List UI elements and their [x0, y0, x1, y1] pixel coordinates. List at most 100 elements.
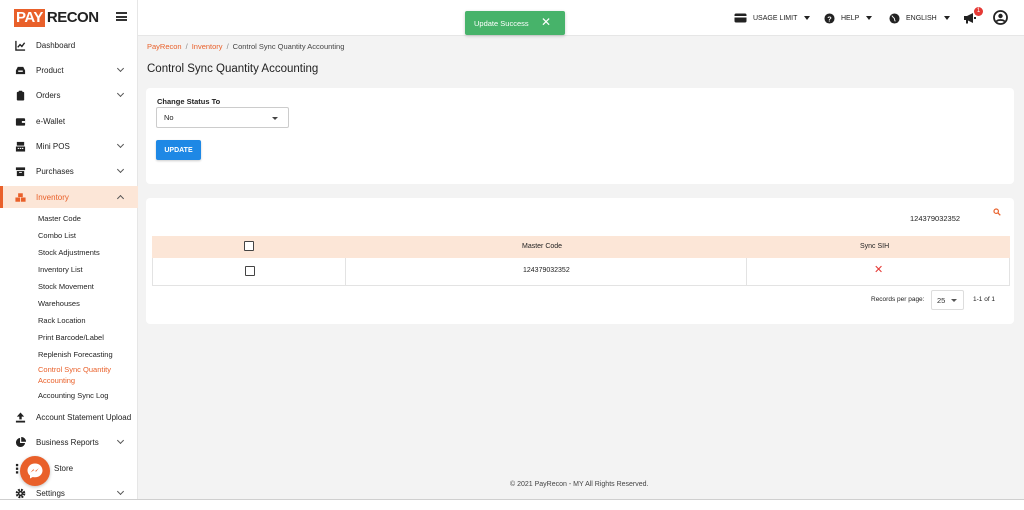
breadcrumb: PayRecon / Inventory / Control Sync Quantity… — [147, 42, 344, 51]
sidebar-item-label: Orders — [36, 90, 61, 100]
breadcrumb-separator: / — [226, 42, 229, 51]
help-menu[interactable]: ? HELP — [824, 11, 873, 25]
orders-icon — [15, 90, 26, 101]
upload-icon — [15, 411, 26, 423]
help-label: HELP — [841, 14, 860, 22]
sidebar-item-label: e-Wallet — [36, 116, 66, 126]
sub-item-accounting-sync-log[interactable]: Accounting Sync Log — [38, 391, 108, 401]
search-icon[interactable] — [993, 208, 1001, 218]
logo-pay: PAY — [14, 9, 45, 27]
purchases-icon — [15, 166, 26, 177]
sub-item-rack-location[interactable]: Rack Location — [38, 316, 86, 326]
chevron-up-icon — [116, 194, 125, 203]
sidebar-item-business-reports[interactable]: Business Reports — [0, 431, 138, 453]
inventory-icon — [15, 192, 26, 203]
chevron-down-icon — [116, 487, 125, 496]
sidebar-item-label: Settings — [36, 488, 65, 498]
breadcrumb-root[interactable]: PayRecon — [147, 42, 182, 51]
usage-limit-menu[interactable]: USAGE LIMIT — [734, 11, 811, 25]
sidebar-item-dashboard[interactable]: Dashboard — [0, 34, 138, 56]
payrecon-logo[interactable]: PAY RECON — [14, 9, 99, 27]
pagination-range: 1-1 of 1 — [973, 296, 996, 303]
chevron-down-icon — [116, 89, 125, 98]
sub-item-combo-list[interactable]: Combo List — [38, 231, 76, 241]
sidebar-item-label: Mini POS — [36, 141, 70, 151]
chevron-down-icon — [116, 165, 125, 174]
language-menu[interactable]: ENGLISH — [889, 11, 950, 25]
sidebar: PAY RECON Dashboard Product Orders e-Wal… — [0, 0, 138, 499]
sidebar-item-account-statement-upload[interactable]: Account Statement Upload — [0, 406, 138, 428]
usage-limit-label: USAGE LIMIT — [753, 14, 798, 22]
sub-item-print-barcode[interactable]: Print Barcode/Label — [38, 333, 104, 343]
sidebar-item-mini-pos[interactable]: Mini POS — [0, 135, 138, 157]
column-header-sync-sih[interactable]: Sync SIH — [860, 243, 889, 250]
usage-limit-icon — [734, 13, 747, 23]
sidebar-item-orders[interactable]: Orders — [0, 84, 138, 106]
account-icon — [993, 9, 1008, 25]
sub-item-warehouses[interactable]: Warehouses — [38, 299, 80, 309]
notification-badge: 1 — [974, 7, 983, 16]
sidebar-item-ewallet[interactable]: e-Wallet — [0, 110, 138, 132]
sub-item-replenish-forecasting[interactable]: Replenish Forecasting — [38, 350, 113, 360]
menu-toggle-icon[interactable] — [116, 12, 127, 21]
change-status-value: No — [164, 113, 174, 122]
sync-status-x-icon: ✕ — [874, 264, 884, 276]
status-form-card — [146, 88, 1014, 184]
messenger-chat-button[interactable] — [20, 456, 50, 486]
sidebar-item-label: Inventory — [36, 192, 69, 202]
sub-item-stock-adjustments[interactable]: Stock Adjustments — [38, 248, 100, 258]
sub-item-stock-movement[interactable]: Stock Movement — [38, 282, 94, 292]
chevron-down-icon — [116, 64, 125, 73]
sub-item-inventory-list[interactable]: Inventory List — [38, 265, 83, 275]
select-all-checkbox[interactable] — [244, 241, 254, 251]
sidebar-item-label: Dashboard — [36, 40, 76, 50]
sidebar-item-label: Product — [36, 65, 64, 75]
reports-icon — [15, 436, 26, 448]
sub-item-control-sync-quantity[interactable]: Control Sync Quantity — [38, 365, 111, 375]
globe-icon — [889, 12, 900, 24]
caret-down-icon — [804, 16, 811, 20]
chevron-down-icon — [116, 140, 125, 149]
sidebar-item-inventory[interactable]: Inventory — [0, 186, 138, 208]
wallet-icon — [15, 116, 26, 127]
account-button[interactable] — [993, 9, 1008, 25]
page-title: Control Sync Quantity Accounting — [147, 63, 319, 75]
breadcrumb-current: Control Sync Quantity Accounting — [232, 42, 345, 51]
table-header: Master Code Sync SIH — [152, 236, 1010, 258]
update-button[interactable]: UPDATE — [156, 140, 201, 160]
caret-down-icon — [943, 16, 950, 20]
cell-master-code: 124379032352 — [523, 267, 570, 274]
search-input[interactable]: 124379032352 — [910, 214, 960, 223]
column-divider — [746, 258, 747, 286]
change-status-select[interactable]: No — [156, 107, 289, 128]
caret-down-icon — [866, 16, 873, 20]
column-header-master-code[interactable]: Master Code — [522, 243, 562, 250]
sidebar-item-label: Account Statement Upload — [36, 412, 132, 422]
help-icon: ? — [824, 12, 835, 24]
column-divider — [345, 258, 346, 286]
pos-icon — [15, 141, 26, 152]
messenger-icon — [27, 463, 43, 479]
close-icon[interactable]: ✕ — [541, 16, 551, 28]
sidebar-item-label: Store — [54, 463, 74, 473]
bottom-strip — [0, 500, 1024, 510]
language-label: ENGLISH — [906, 14, 937, 22]
breadcrumb-separator: / — [185, 42, 188, 51]
records-per-page-select[interactable]: 25 — [931, 290, 964, 310]
success-toast: Update Success ✕ — [465, 11, 565, 35]
settings-icon — [15, 488, 26, 499]
sidebar-item-label: Purchases — [36, 166, 74, 176]
sub-item-control-sync-accounting[interactable]: Accounting — [38, 376, 75, 386]
toast-message: Update Success — [474, 18, 529, 28]
dashboard-icon — [15, 40, 26, 51]
change-status-label: Change Status To — [157, 97, 221, 106]
sub-item-master-code[interactable]: Master Code — [38, 214, 81, 224]
footer-copyright: © 2021 PayRecon - MY All Rights Reserved… — [510, 481, 649, 488]
product-icon — [15, 65, 26, 76]
row-checkbox[interactable] — [245, 266, 255, 276]
records-per-page-label: Records per page: — [871, 296, 925, 303]
logo-recon: RECON — [46, 9, 99, 26]
sidebar-item-product[interactable]: Product — [0, 59, 138, 81]
breadcrumb-section[interactable]: Inventory — [192, 42, 223, 51]
sidebar-item-purchases[interactable]: Purchases — [0, 160, 138, 182]
